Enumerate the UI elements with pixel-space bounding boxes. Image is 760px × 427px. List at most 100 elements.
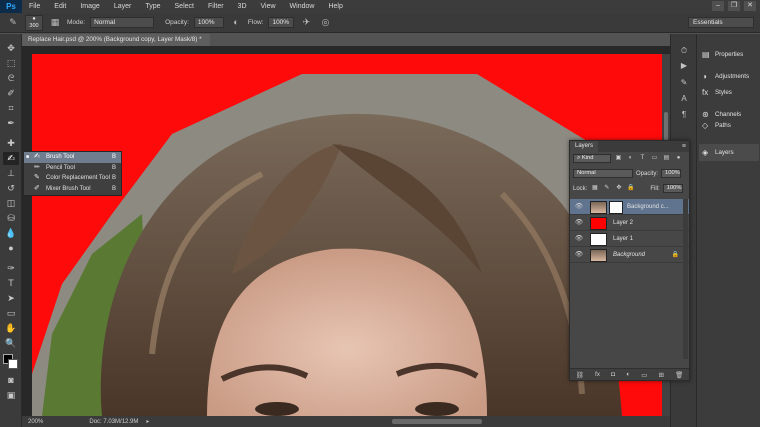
- layer-mask-thumbnail[interactable]: [609, 200, 623, 214]
- dock-paths[interactable]: ◇ Paths: [699, 121, 759, 131]
- path-select-tool-icon[interactable]: ➤: [3, 292, 19, 305]
- visibility-eye-icon[interactable]: 👁: [574, 250, 584, 260]
- lock-image-icon[interactable]: ✎: [602, 184, 611, 193]
- delete-layer-icon[interactable]: 🗑: [675, 371, 683, 379]
- layer-row-background[interactable]: 👁 Background 🔒: [570, 247, 689, 263]
- workspace-select[interactable]: Essentials: [688, 17, 754, 28]
- fill-field[interactable]: 100%: [662, 184, 683, 193]
- document-tab[interactable]: Replace Hair.psd @ 200% (Background copy…: [22, 34, 210, 46]
- add-mask-icon[interactable]: ◘: [611, 371, 615, 378]
- opacity-field[interactable]: 100%: [193, 17, 224, 28]
- dodge-tool-icon[interactable]: ●: [3, 242, 19, 255]
- canvas[interactable]: [32, 54, 662, 416]
- healing-brush-tool-icon[interactable]: ✚: [3, 137, 19, 150]
- brush-preset-icon[interactable]: ✎: [6, 16, 20, 29]
- layer-name[interactable]: Layer 2: [613, 215, 683, 231]
- dock-properties[interactable]: ▤ Properties: [699, 46, 759, 63]
- doc-info[interactable]: Doc: 7.03M/12.9M: [89, 419, 138, 425]
- zoom-level[interactable]: 200%: [28, 419, 43, 425]
- dock-adjustments[interactable]: ◑ Adjustments: [699, 68, 759, 85]
- visibility-eye-icon[interactable]: 👁: [574, 234, 584, 244]
- history-brush-tool-icon[interactable]: ↺: [3, 182, 19, 195]
- layers-tab[interactable]: Layers: [570, 141, 599, 152]
- lock-transparent-icon[interactable]: ▦: [590, 184, 599, 193]
- menu-view[interactable]: View: [254, 3, 283, 10]
- pressure-size-icon[interactable]: ◎: [318, 16, 332, 29]
- panel-menu-icon[interactable]: ≡: [682, 141, 686, 152]
- pressure-opacity-icon[interactable]: ◐: [229, 16, 243, 29]
- layer-name[interactable]: Layer 1: [613, 231, 683, 247]
- mode-select[interactable]: Normal: [90, 17, 155, 28]
- horizontal-scroll-thumb[interactable]: [392, 419, 482, 424]
- menu-help[interactable]: Help: [321, 3, 349, 10]
- smart-object-filter-icon[interactable]: ▤: [662, 154, 671, 163]
- history-icon[interactable]: ⏱: [677, 44, 691, 57]
- new-adjustment-icon[interactable]: ◐: [626, 371, 630, 378]
- brush-panel-strip-icon[interactable]: ✎: [677, 76, 691, 89]
- menu-layer[interactable]: Layer: [107, 3, 139, 10]
- eraser-tool-icon[interactable]: ◫: [3, 197, 19, 210]
- paragraph-icon[interactable]: ¶: [677, 108, 691, 121]
- zoom-tool-icon[interactable]: 🔍: [3, 337, 19, 350]
- restore-button[interactable]: ❐: [728, 1, 740, 11]
- menu-file[interactable]: File: [22, 3, 47, 10]
- menu-3d[interactable]: 3D: [231, 3, 254, 10]
- blend-mode-select[interactable]: Normal: [573, 169, 633, 178]
- menu-image[interactable]: Image: [73, 3, 106, 10]
- pen-tool-icon[interactable]: ✑: [3, 262, 19, 275]
- shape-filter-icon[interactable]: ▭: [650, 154, 659, 163]
- flyout-item-mixer-brush-tool[interactable]: ✐ Mixer Brush Tool B: [24, 184, 121, 195]
- lock-all-icon[interactable]: 🔒: [626, 184, 635, 193]
- quick-mask-icon[interactable]: ◙: [3, 374, 19, 387]
- quick-select-tool-icon[interactable]: ✐: [3, 87, 19, 100]
- menu-filter[interactable]: Filter: [201, 3, 231, 10]
- brush-tool-icon[interactable]: ✍: [3, 152, 19, 165]
- new-group-icon[interactable]: ▭: [641, 371, 647, 379]
- menu-select[interactable]: Select: [168, 3, 201, 10]
- flyout-item-color-replacement-tool[interactable]: ✎ Color Replacement Tool B: [24, 173, 121, 184]
- screen-mode-icon[interactable]: ▣: [3, 389, 19, 402]
- minimize-button[interactable]: –: [712, 1, 724, 11]
- crop-tool-icon[interactable]: ⌗: [3, 102, 19, 115]
- vertical-scroll-thumb[interactable]: [664, 112, 668, 142]
- layer-row-layer-1[interactable]: 👁 Layer 1: [570, 231, 689, 247]
- adjustment-filter-icon[interactable]: ◐: [626, 154, 635, 163]
- menu-edit[interactable]: Edit: [47, 3, 73, 10]
- new-layer-icon[interactable]: ⊞: [659, 371, 664, 379]
- layer-name[interactable]: Background c...: [627, 199, 682, 215]
- brush-size-picker[interactable]: ● 300: [25, 14, 43, 31]
- layer-style-icon[interactable]: fx: [595, 371, 600, 378]
- dock-layers[interactable]: ◈ Layers: [699, 144, 759, 161]
- close-button[interactable]: ✕: [744, 1, 756, 11]
- visibility-eye-icon[interactable]: 👁: [574, 202, 584, 212]
- type-tool-icon[interactable]: T: [3, 277, 19, 290]
- flyout-item-pencil-tool[interactable]: ✏ Pencil Tool B: [24, 163, 121, 174]
- link-layers-icon[interactable]: ⛓: [576, 371, 584, 379]
- brush-panel-icon[interactable]: ▦: [48, 16, 62, 29]
- type-filter-icon[interactable]: T: [638, 154, 647, 163]
- status-arrow-icon[interactable]: ▸: [146, 418, 149, 425]
- filter-toggle-icon[interactable]: ●: [674, 154, 683, 163]
- layers-scrollbar[interactable]: [683, 199, 688, 359]
- flyout-item-brush-tool[interactable]: ■ ✍ Brush Tool B: [24, 152, 121, 163]
- pixel-filter-icon[interactable]: ▣: [614, 154, 623, 163]
- clone-stamp-tool-icon[interactable]: ⊥: [3, 167, 19, 180]
- blur-tool-icon[interactable]: 💧: [3, 227, 19, 240]
- move-tool-icon[interactable]: ✥: [3, 42, 19, 55]
- dock-styles[interactable]: fx Styles: [699, 84, 759, 101]
- eyedropper-tool-icon[interactable]: ✒: [3, 117, 19, 130]
- shape-tool-icon[interactable]: ▭: [3, 307, 19, 320]
- menu-type[interactable]: Type: [138, 3, 167, 10]
- layer-row-background-copy[interactable]: 👁 Background c...: [570, 199, 689, 215]
- actions-icon[interactable]: ▶: [677, 59, 691, 72]
- layer-row-layer-2[interactable]: 👁 Layer 2: [570, 215, 689, 231]
- lasso-tool-icon[interactable]: ᘓ: [3, 72, 19, 85]
- marquee-tool-icon[interactable]: ⬚: [3, 57, 19, 70]
- kind-filter-select[interactable]: ⌕ Kind: [573, 154, 611, 163]
- character-icon[interactable]: A: [677, 92, 691, 105]
- lock-position-icon[interactable]: ✥: [614, 184, 623, 193]
- airbrush-icon[interactable]: ✈: [299, 16, 313, 29]
- background-color-swatch[interactable]: [8, 359, 18, 369]
- flow-field[interactable]: 100%: [268, 17, 295, 28]
- menu-window[interactable]: Window: [283, 3, 322, 10]
